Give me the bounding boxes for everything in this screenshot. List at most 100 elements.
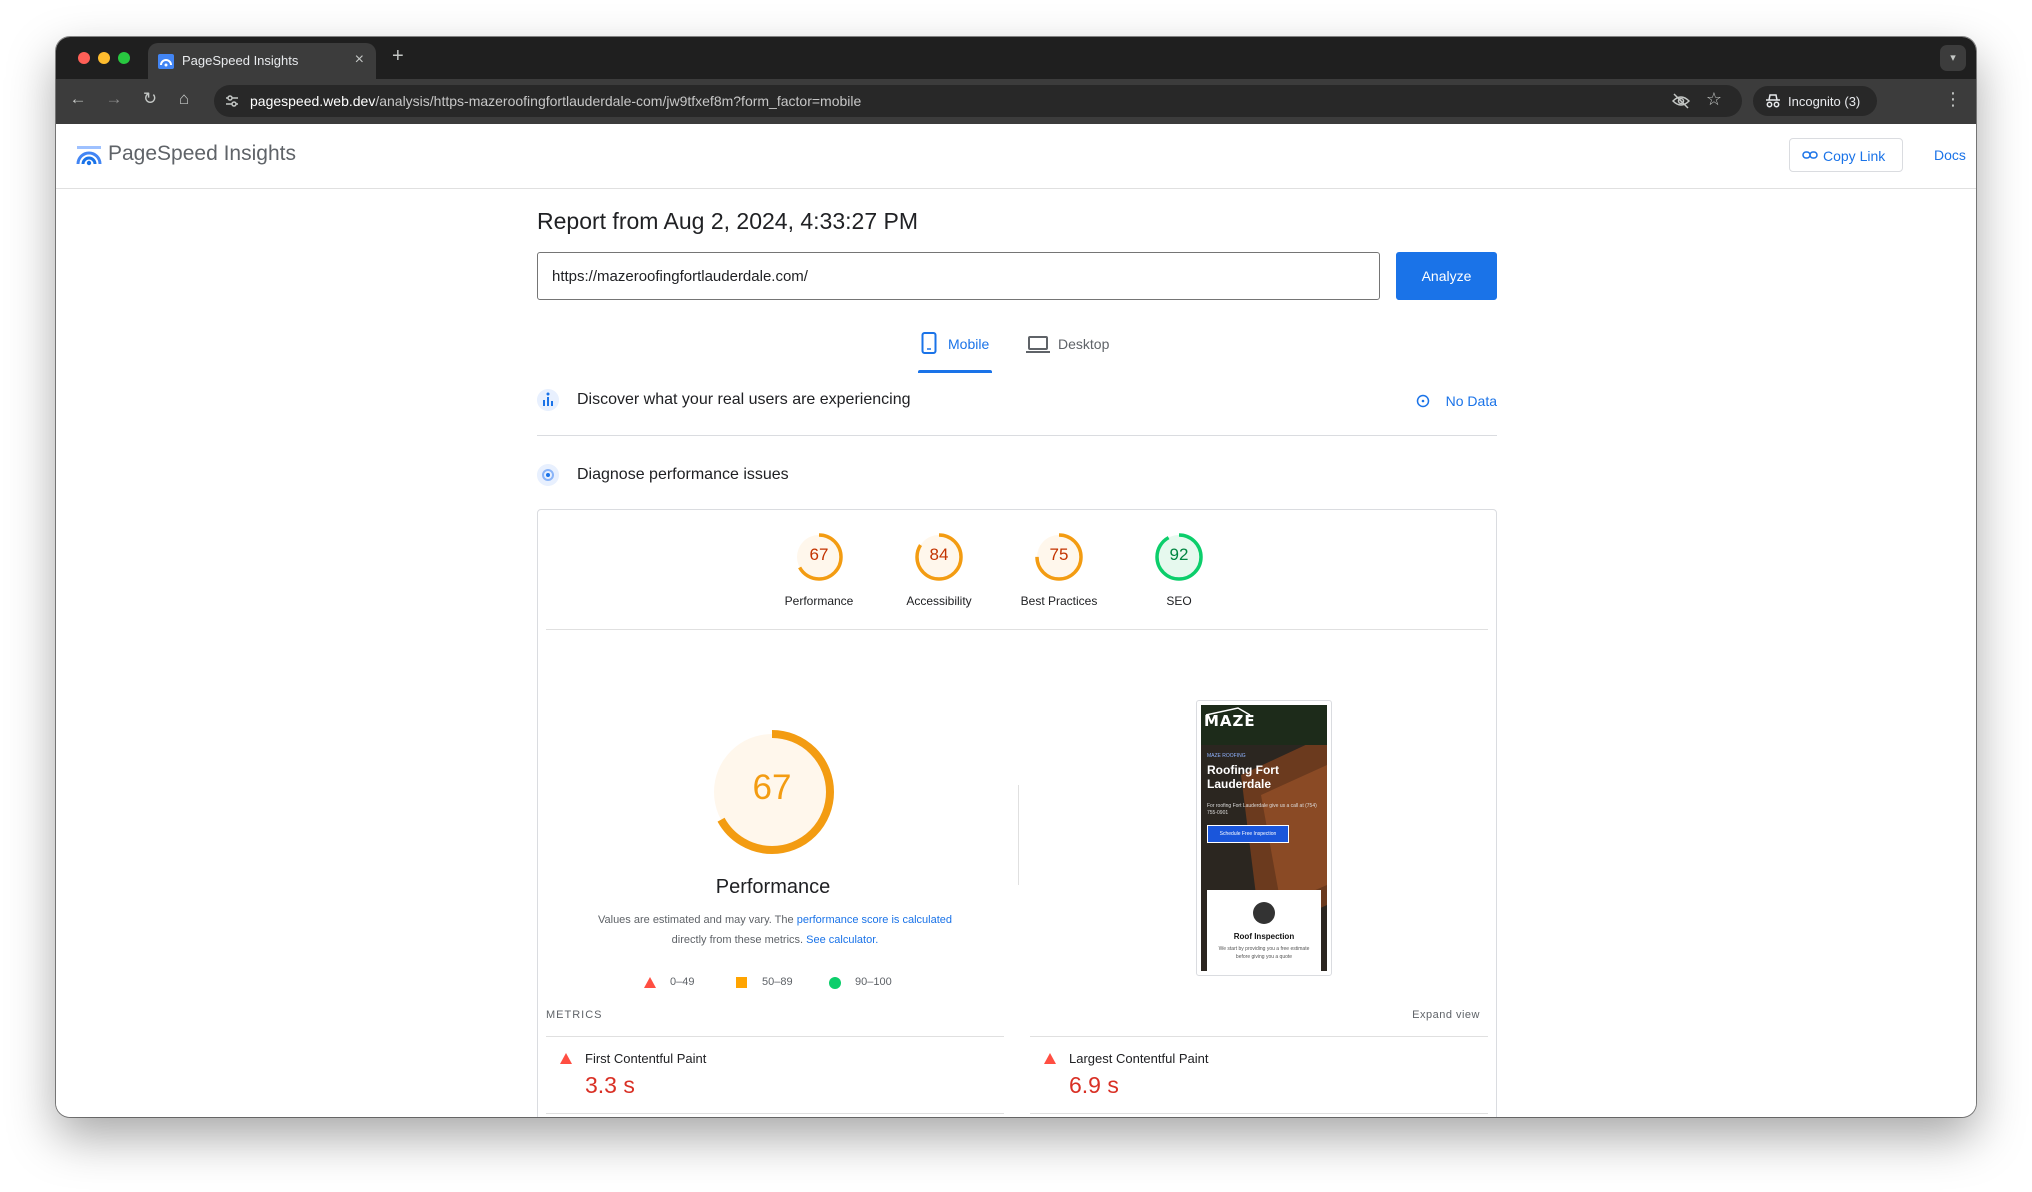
- url-host: pagespeed.web.dev: [250, 93, 376, 109]
- logo-text[interactable]: PageSpeed Insights: [108, 142, 296, 166]
- active-tab-indicator: [918, 370, 992, 373]
- score-gauge-seo[interactable]: 92 SEO: [1124, 532, 1234, 608]
- page-content: PageSpeed Insights Copy Link Docs Report…: [56, 124, 1976, 1117]
- psi-header: PageSpeed Insights Copy Link Docs: [56, 124, 1976, 189]
- incognito-button[interactable]: Incognito (3): [1753, 86, 1877, 116]
- expand-view-toggle[interactable]: Expand view: [1412, 1009, 1480, 1021]
- info-icon: [1416, 394, 1429, 408]
- fail-triangle-icon: [644, 977, 656, 988]
- maze-logo: MAZE: [1204, 707, 1255, 732]
- gauge-label: SEO: [1166, 594, 1192, 608]
- metric-name: First Contentful Paint: [585, 1051, 707, 1066]
- site-preview: MAZE MAZE ROOFING Roofing Fort Lauderdal…: [1201, 705, 1327, 971]
- fail-triangle-icon: [1044, 1053, 1056, 1064]
- score-gauge-performance[interactable]: 67 Performance: [764, 532, 874, 608]
- metric-lcp: Largest Contentful Paint 6.9 s: [1030, 1036, 1488, 1114]
- browser-window: PageSpeed Insights × + ▾ ← → ↻ ⌂ pagespe…: [56, 37, 1976, 1117]
- diagnose-target-icon: [537, 464, 559, 486]
- metric-value: 3.3 s: [585, 1072, 635, 1098]
- metric-fcp: First Contentful Paint 3.3 s: [546, 1036, 1004, 1114]
- score-calculated-link[interactable]: performance score is calculated: [797, 914, 952, 926]
- score-gauge-accessibility[interactable]: 84 Accessibility: [884, 532, 994, 608]
- lab-data-title: Diagnose performance issues: [577, 466, 789, 483]
- preview-tagline: MAZE ROOFING: [1207, 753, 1246, 759]
- docs-link[interactable]: Docs: [1934, 147, 1966, 163]
- preview-card-title: Roof Inspection: [1233, 932, 1295, 941]
- roof-logo-icon: [1205, 707, 1251, 715]
- no-data-link[interactable]: No Data: [1416, 393, 1497, 409]
- gauge-label: Performance: [784, 594, 854, 608]
- score-gauge-best-practices[interactable]: 75 Best Practices: [1004, 532, 1114, 608]
- gauge-score-number: 67: [809, 545, 829, 564]
- preview-cta-button: Schedule Free Inspection: [1207, 825, 1289, 843]
- metric-value: 6.9 s: [1069, 1072, 1119, 1098]
- see-calculator-link[interactable]: See calculator.: [806, 934, 878, 946]
- tab-desktop-label: Desktop: [1058, 336, 1110, 352]
- field-data-title: Discover what your real users are experi…: [577, 391, 911, 408]
- pagespeed-favicon-icon: [158, 54, 174, 69]
- preview-heading: Roofing Fort Lauderdale: [1207, 763, 1279, 791]
- users-chart-icon: [537, 389, 559, 411]
- gauge-score-number: 84: [929, 545, 949, 564]
- metrics-heading: METRICS: [546, 1009, 603, 1021]
- section-divider: [537, 435, 1497, 436]
- browser-toolbar: ← → ↻ ⌂ pagespeed.web.dev/analysis/https…: [56, 79, 1976, 124]
- gauge-label: Best Practices: [1020, 594, 1098, 608]
- analyze-button[interactable]: Analyze: [1396, 252, 1497, 300]
- browser-tab[interactable]: PageSpeed Insights ×: [148, 43, 376, 79]
- bookmark-star-icon[interactable]: ☆: [1706, 89, 1722, 110]
- close-window-button[interactable]: [78, 52, 90, 64]
- note-middle: directly from these metrics.: [671, 934, 807, 946]
- forward-arrow-icon[interactable]: →: [102, 89, 126, 109]
- address-bar[interactable]: pagespeed.web.dev/analysis/https-mazeroo…: [214, 85, 1742, 117]
- score-note: Values are estimated and may vary. The p…: [558, 910, 992, 950]
- copy-link-button[interactable]: Copy Link: [1789, 138, 1903, 172]
- browser-menu-icon[interactable]: ⋮: [1944, 89, 1962, 110]
- report-title: Report from Aug 2, 2024, 4:33:27 PM: [537, 208, 919, 234]
- mobile-phone-icon: [921, 332, 937, 354]
- legend-average-range: 50–89: [762, 976, 793, 988]
- preview-service-card: Roof Inspection We start by providing yo…: [1207, 890, 1321, 971]
- back-arrow-icon[interactable]: ←: [66, 89, 90, 109]
- legend-pass-range: 90–100: [855, 976, 892, 988]
- tab-search-chevron-icon[interactable]: ▾: [1940, 45, 1966, 71]
- gauge-score-number: 75: [1049, 545, 1069, 564]
- note-prefix: Values are estimated and may vary. The: [597, 914, 797, 926]
- url-path: /analysis/https-mazeroofingfortlauderdal…: [375, 93, 862, 109]
- site-settings-icon[interactable]: [224, 93, 240, 109]
- tab-mobile-label: Mobile: [948, 336, 990, 352]
- report-card: 67 Performance 84 Accessibility 75 Best Pract…: [537, 509, 1497, 1117]
- preview-card-copy: We start by providing you a free estimat…: [1218, 946, 1310, 960]
- link-icon: [1802, 151, 1818, 159]
- field-data-section: Discover what your real users are experi…: [537, 389, 1497, 419]
- card-divider: [546, 629, 1488, 630]
- minimize-window-button[interactable]: [98, 52, 110, 64]
- reload-icon[interactable]: ↻: [138, 89, 162, 109]
- gauge-label: Accessibility: [906, 594, 972, 608]
- copy-link-label: Copy Link: [1823, 148, 1886, 164]
- maximize-window-button[interactable]: [118, 52, 130, 64]
- home-icon[interactable]: ⌂: [172, 89, 196, 109]
- pass-circle-icon: [829, 977, 841, 989]
- tab-close-icon[interactable]: ×: [355, 51, 364, 69]
- url-input[interactable]: [537, 252, 1380, 300]
- average-square-icon: [736, 977, 747, 988]
- gauge-score-number: 92: [1169, 545, 1189, 564]
- performance-score-number: 67: [752, 768, 792, 807]
- fail-triangle-icon: [560, 1053, 572, 1064]
- tab-title: PageSpeed Insights: [182, 53, 299, 68]
- vertical-separator: [1018, 785, 1019, 885]
- incognito-label: Incognito (3): [1788, 94, 1861, 109]
- preview-copy: For roofing Fort Lauderdale give us a ca…: [1207, 803, 1317, 816]
- new-tab-button[interactable]: +: [392, 45, 404, 68]
- tab-desktop[interactable]: Desktop: [1026, 329, 1122, 373]
- pagespeed-logo-icon[interactable]: [76, 144, 102, 166]
- legend-fail-range: 0–49: [670, 976, 695, 988]
- metric-name: Largest Contentful Paint: [1069, 1051, 1209, 1066]
- eye-slash-icon[interactable]: [1672, 93, 1690, 109]
- final-screenshot[interactable]: MAZE MAZE ROOFING Roofing Fort Lauderdal…: [1196, 700, 1332, 976]
- incognito-icon: [1766, 94, 1780, 108]
- performance-label: Performance: [715, 876, 831, 898]
- tab-mobile[interactable]: Mobile: [918, 329, 992, 373]
- laptop-icon: [1026, 336, 1050, 353]
